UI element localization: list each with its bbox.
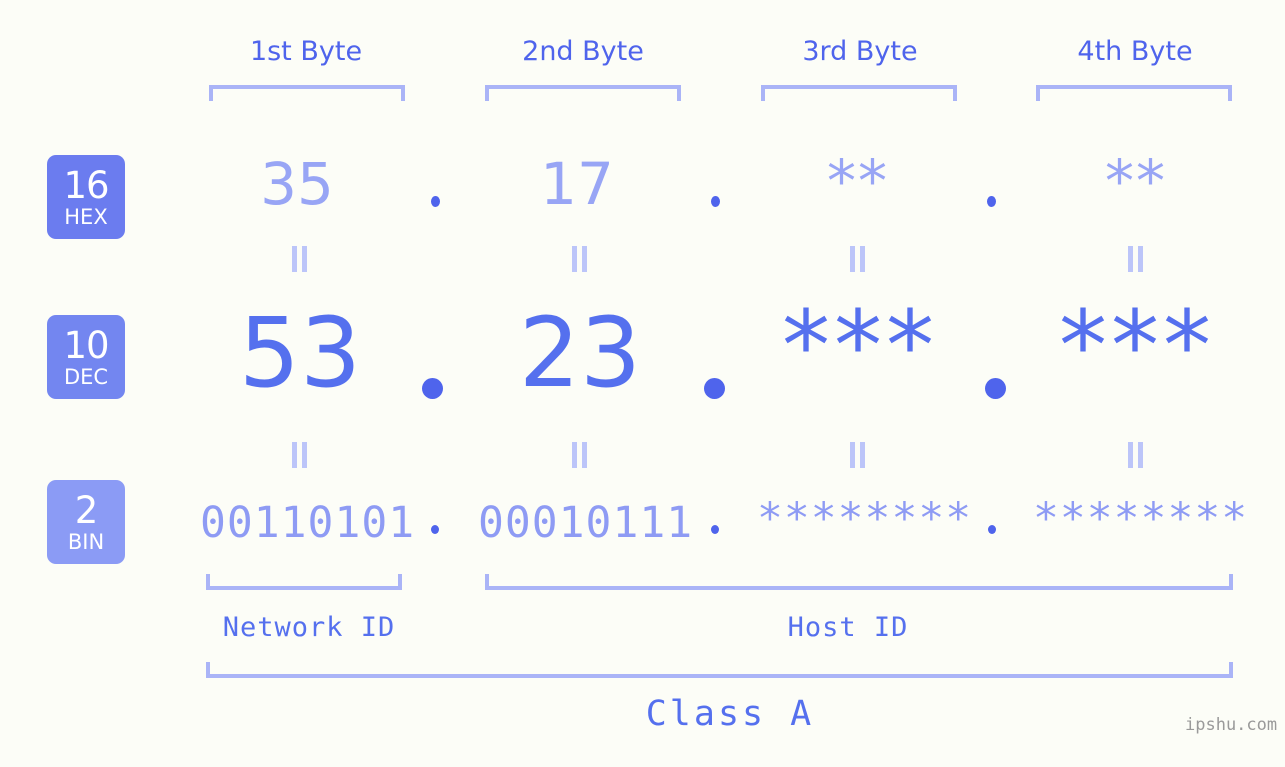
dec-separator-dot-1 <box>422 378 443 399</box>
base-badge-dec: 10 DEC <box>47 315 125 399</box>
bin-byte-1-value: 00110101 <box>200 498 416 548</box>
hex-byte-3-value: ** <box>827 147 889 215</box>
host-id-label: Host ID <box>787 612 909 643</box>
bin-byte-2-value: 00010111 <box>478 498 694 548</box>
equals-mark-hex-dec-2 <box>571 246 589 272</box>
bin-byte-3-value: ******** <box>757 494 973 544</box>
byte-bracket-top-4 <box>1036 85 1232 101</box>
dec-separator-dot-2 <box>704 378 725 399</box>
base-badge-hex-name: HEX <box>64 204 108 229</box>
hex-byte-4-value: ** <box>1105 147 1167 215</box>
byte-bracket-top-1 <box>209 85 405 101</box>
byte-bracket-top-3 <box>761 85 957 101</box>
base-badge-hex-number: 16 <box>63 163 109 207</box>
base-badge-bin: 2 BIN <box>47 480 125 564</box>
byte-bracket-top-2 <box>485 85 681 101</box>
base-badge-bin-name: BIN <box>67 529 105 554</box>
base-badge-bin-number: 2 <box>74 488 99 532</box>
dec-byte-1-value: 53 <box>238 297 362 409</box>
equals-mark-dec-bin-3 <box>849 442 867 468</box>
byte-header-3: 3rd Byte <box>802 36 918 67</box>
hex-separator-dot-3 <box>987 196 996 207</box>
bin-separator-dot-1 <box>431 525 439 534</box>
base-badge-hex: 16 HEX <box>47 155 125 239</box>
equals-mark-dec-bin-1 <box>291 442 309 468</box>
hex-separator-dot-1 <box>431 196 440 207</box>
ip-address-breakdown-diagram: 1st Byte 2nd Byte 3rd Byte 4th Byte 16 H… <box>0 0 1285 767</box>
hex-byte-2-value: 17 <box>540 150 614 218</box>
base-badge-dec-name: DEC <box>63 364 109 389</box>
bin-byte-4-value: ******** <box>1033 494 1249 544</box>
watermark: ipshu.com <box>1185 715 1278 735</box>
equals-mark-hex-dec-3 <box>849 246 867 272</box>
class-label: Class A <box>645 694 815 734</box>
bin-separator-dot-3 <box>988 525 996 534</box>
byte-header-4: 4th Byte <box>1077 36 1193 67</box>
equals-mark-dec-bin-2 <box>571 442 589 468</box>
equals-mark-dec-bin-4 <box>1127 442 1145 468</box>
hex-separator-dot-2 <box>711 196 720 207</box>
base-badge-dec-number: 10 <box>63 323 109 367</box>
equals-mark-hex-dec-1 <box>291 246 309 272</box>
byte-header-2: 2nd Byte <box>522 36 644 67</box>
bin-separator-dot-2 <box>711 525 719 534</box>
host-id-bracket <box>485 574 1233 590</box>
hex-byte-1-value: 35 <box>260 150 334 218</box>
network-id-label: Network ID <box>222 612 396 643</box>
dec-separator-dot-3 <box>985 378 1006 399</box>
dec-byte-2-value: 23 <box>518 297 642 409</box>
class-bracket <box>206 662 1233 678</box>
equals-mark-hex-dec-4 <box>1127 246 1145 272</box>
network-id-bracket <box>206 574 402 590</box>
byte-header-1: 1st Byte <box>249 36 363 67</box>
dec-byte-3-value: *** <box>782 290 938 402</box>
dec-byte-4-value: *** <box>1059 290 1215 402</box>
